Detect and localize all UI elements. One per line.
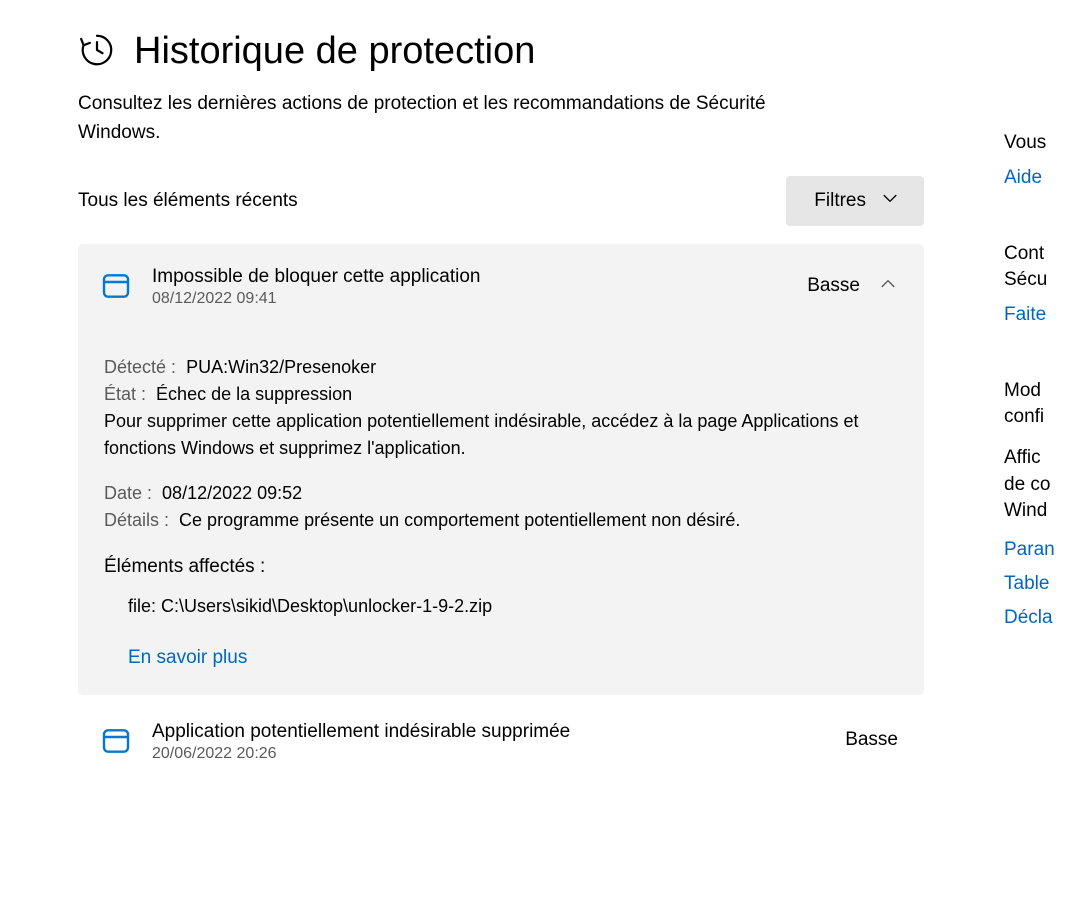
learn-more-link[interactable]: En savoir plus	[104, 647, 247, 669]
filter-bar: Tous les éléments récents Filtres	[78, 176, 924, 226]
side-link[interactable]: Décla	[1004, 607, 1084, 629]
app-icon	[100, 721, 132, 761]
side-link[interactable]: Aide	[1004, 167, 1084, 189]
recent-items-label: Tous les éléments récents	[78, 190, 298, 212]
page-title: Historique de protection	[134, 30, 535, 73]
details-value: Ce programme présente un comportement po…	[179, 510, 740, 530]
detected-value: PUA:Win32/Presenoker	[186, 357, 376, 377]
history-item-title: Impossible de bloquer cette application	[152, 266, 787, 288]
side-group-desc: Affic de co Wind	[1004, 445, 1084, 525]
side-link[interactable]: Faite	[1004, 304, 1084, 326]
page-subtitle: Consultez les dernières actions de prote…	[78, 89, 838, 148]
app-icon	[100, 266, 132, 306]
history-item: Application potentiellement indésirable …	[78, 699, 924, 779]
filters-button-label: Filtres	[814, 190, 866, 212]
severity-badge: Basse	[845, 729, 898, 751]
date-value: 08/12/2022 09:52	[162, 483, 302, 503]
filters-button[interactable]: Filtres	[786, 176, 924, 226]
history-item-timestamp: 20/06/2022 20:26	[152, 745, 825, 763]
side-link[interactable]: Paran	[1004, 539, 1084, 561]
history-item-header[interactable]: Impossible de bloquer cette application …	[78, 244, 924, 324]
affected-file: file: C:\Users\sikid\Desktop\unlocker-1-…	[104, 596, 898, 617]
history-item-timestamp: 08/12/2022 09:41	[152, 290, 787, 308]
history-item: Impossible de bloquer cette application …	[78, 244, 924, 695]
details-label: Détails :	[104, 510, 169, 530]
state-label: État :	[104, 384, 146, 404]
history-icon	[78, 31, 116, 73]
side-panel: Vous Aide Cont Sécu Faite Mod confi Affi…	[964, 30, 1084, 913]
chevron-down-icon	[880, 188, 900, 214]
detected-label: Détecté :	[104, 357, 176, 377]
side-group-title: Vous	[1004, 130, 1084, 157]
page-header: Historique de protection	[78, 30, 924, 73]
history-item-header[interactable]: Application potentiellement indésirable …	[78, 699, 924, 779]
instruction-text: Pour supprimer cette application potenti…	[104, 408, 898, 462]
history-item-details: Détecté : PUA:Win32/Presenoker État : Éc…	[78, 324, 924, 695]
chevron-up-icon	[878, 274, 898, 298]
side-group-title: Mod confi	[1004, 378, 1084, 431]
history-item-title: Application potentiellement indésirable …	[152, 721, 825, 743]
date-label: Date :	[104, 483, 152, 503]
affected-items-title: Éléments affectés :	[104, 556, 898, 578]
state-value: Échec de la suppression	[156, 384, 352, 404]
side-group-title: Cont Sécu	[1004, 241, 1084, 294]
severity-badge: Basse	[807, 275, 860, 297]
side-link[interactable]: Table	[1004, 573, 1084, 595]
